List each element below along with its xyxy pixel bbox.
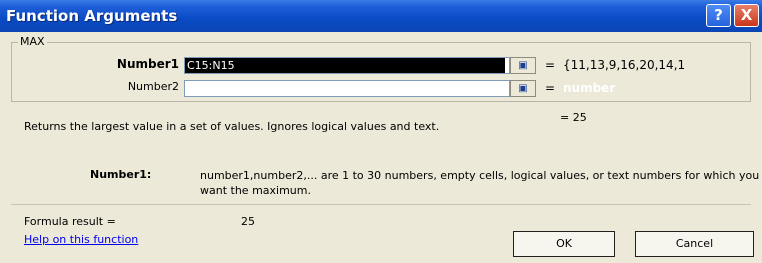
title-bar: Function Arguments ? X <box>0 0 762 32</box>
cancel-button[interactable]: Cancel <box>635 231 754 257</box>
number1-result: {11,13,9,16,20,14,1 <box>563 58 686 72</box>
help-on-function-link[interactable]: Help on this function <box>24 233 138 246</box>
close-icon[interactable]: X <box>734 4 759 27</box>
separator <box>11 204 751 205</box>
number1-value: C15:N15 <box>185 58 505 73</box>
window-title: Function Arguments <box>6 7 178 25</box>
function-arguments-dialog: MAX Number1 C15:N15 ▣ = {11,13,9,16,20,1… <box>0 32 762 263</box>
number1-label: Number1 <box>116 57 179 71</box>
formula-result-label: Formula result = <box>24 215 116 228</box>
ok-button[interactable]: OK <box>513 231 615 257</box>
number1-range-select-icon[interactable]: ▣ <box>510 57 536 74</box>
function-description: Returns the largest value in a set of va… <box>24 120 440 133</box>
number2-range-select-icon[interactable]: ▣ <box>510 80 536 97</box>
number1-input[interactable]: C15:N15 <box>184 57 510 74</box>
number2-label: Number2 <box>127 80 179 93</box>
number1-equals: = <box>545 58 556 72</box>
help-icon[interactable]: ? <box>706 4 731 27</box>
number2-equals: = <box>545 81 556 95</box>
argument-description: number1,number2,... are 1 to 30 numbers,… <box>200 169 760 197</box>
number2-hint: number <box>563 81 616 95</box>
number2-input[interactable] <box>184 80 510 97</box>
function-result: = 25 <box>560 111 587 124</box>
argument-name: Number1: <box>90 168 152 181</box>
formula-result-value: 25 <box>241 215 255 228</box>
function-name-legend: MAX <box>18 35 47 48</box>
